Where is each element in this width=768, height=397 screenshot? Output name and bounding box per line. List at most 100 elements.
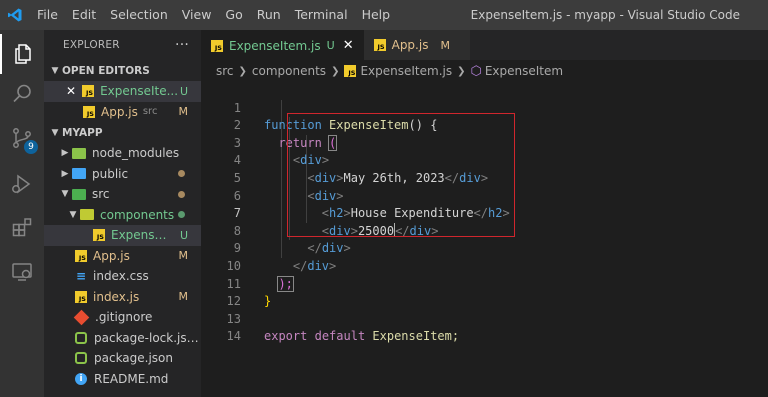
js-file-icon: JS [82,85,95,98]
tree-item-label: node_modules [92,146,180,161]
tree-item-node-modules[interactable]: ▶ node_modules [44,143,201,164]
menu-view[interactable]: View [175,0,219,30]
explorer-header: EXPLORER ··· [44,30,201,60]
menu-edit[interactable]: Edit [65,0,103,30]
breadcrumb: src ❯ components ❯ JS ExpenseItem.js ❯ ⬡… [201,60,768,82]
keyword: default [314,329,366,344]
tab-app-js[interactable]: JS App.js M [363,30,470,60]
git-status-untracked: U [179,84,188,98]
breadcrumb-components[interactable]: components [252,64,326,78]
extensions-icon[interactable] [0,207,44,247]
open-editors-section[interactable]: ▼ OPEN EDITORS [44,61,201,81]
tree-item-readme[interactable]: i README.md [44,369,201,390]
tree-item-index-css[interactable]: ≡ index.css [44,266,201,287]
menu-bar: File Edit Selection View Go Run Terminal… [30,0,397,30]
tree-item-label: src [92,187,110,202]
code-line: 11 } [201,258,768,309]
menu-terminal[interactable]: Terminal [288,0,355,30]
title-bar: File Edit Selection View Go Run Terminal… [0,0,768,30]
explorer-title: EXPLORER [63,39,120,51]
info-icon: i [75,372,87,385]
remote-explorer-icon[interactable] [0,252,44,292]
code-line: 1 function ExpenseItem() { [201,82,768,133]
folder-icon [72,168,86,180]
git-status-modified: M [178,249,189,263]
js-file-icon: JS [344,65,357,77]
tree-item-label: App.js [93,248,130,263]
tree-item-package-lock[interactable]: package-lock.json [44,328,201,349]
git-status-untracked: U [179,228,188,242]
symbol-method-icon: ⬡ [470,63,482,79]
git-status-dot [178,170,185,178]
breadcrumb-symbol[interactable]: ExpenseItem [485,64,563,78]
open-editor-item[interactable]: ✕ JS ExpenseIte... U [44,81,201,102]
vscode-logo-icon [0,0,30,30]
breadcrumb-src[interactable]: src [216,64,234,78]
tab-label: App.js [391,38,429,52]
open-editor-label: ExpenseIte... [100,84,179,99]
activity-bar: 9 [0,30,44,397]
js-file-icon: JS [75,249,87,262]
menu-help[interactable]: Help [355,0,398,30]
tree-item-label: components [100,207,175,222]
workspace-section[interactable]: ▼ MYAPP [44,123,201,143]
tree-item-label: public [92,166,129,181]
chevron-right-icon: ▶ [61,148,69,159]
tree-item-label: README.md [94,371,169,386]
source-control-badge: 9 [24,140,38,154]
open-editor-label: App.js [101,104,138,119]
keyword: export [264,329,308,344]
chevron-down-icon: ▼ [69,209,77,220]
tab-status: M [440,38,450,52]
search-icon[interactable] [0,74,44,114]
tree-item-label: package-lock.json [94,330,201,345]
chevron-down-icon: ▼ [51,66,59,76]
nodejs-file-icon [75,352,87,365]
chevron-right-icon: ▶ [61,168,69,179]
breadcrumb-file[interactable]: ExpenseItem.js [360,64,452,78]
tree-item-expenseitem[interactable]: JS ExpenseIt... U [44,225,201,246]
explorer-icon[interactable] [0,34,44,74]
tree-item-gitignore[interactable]: .gitignore [44,307,201,328]
window-title: ExpenseItem.js - myapp - Visual Studio C… [470,8,740,22]
open-editor-item[interactable]: JS App.js src M [44,102,201,123]
menu-file[interactable]: File [30,0,65,30]
tab-expenseitem[interactable]: JS ExpenseItem.js U ✕ [201,30,364,60]
tree-item-app-js[interactable]: JS App.js M [44,246,201,267]
tree-item-label: package.json [94,351,174,366]
menu-selection[interactable]: Selection [103,0,175,30]
menu-run[interactable]: Run [250,0,288,30]
git-status-dot [178,211,185,219]
menu-go[interactable]: Go [218,0,249,30]
chevron-down-icon: ▼ [51,128,59,138]
js-file-icon: JS [83,105,95,118]
js-file-icon: JS [373,39,386,51]
tab-status: U [326,39,335,52]
js-file-icon: JS [75,290,87,303]
js-file-icon: JS [93,229,105,242]
source-control-icon[interactable]: 9 [0,118,44,158]
css-file-icon: ≡ [75,269,87,284]
more-actions-icon[interactable]: ··· [175,37,189,53]
close-icon[interactable]: ✕ [343,38,354,53]
editor-tabs: JS ExpenseItem.js U ✕ JS App.js M [201,30,768,60]
tree-item-package-json[interactable]: package.json [44,348,201,369]
code-line: 14 [201,311,768,343]
open-editors-title: OPEN EDITORS [62,65,150,77]
tree-item-label: index.js [93,289,140,304]
tree-item-label: index.css [93,269,149,284]
highlight-annotation-box [287,113,515,237]
chevron-down-icon: ▼ [61,189,69,200]
git-file-icon [73,309,90,326]
git-status-modified: M [178,105,189,119]
tree-item-components[interactable]: ▼ components [44,205,201,226]
tree-item-src[interactable]: ▼ src [44,184,201,205]
tree-item-index-js[interactable]: JS index.js M [44,287,201,308]
code-line: 10 ); [201,240,768,292]
git-status-modified: M [178,290,189,304]
tree-item-public[interactable]: ▶ public [44,164,201,185]
code-text: ExpenseItem; [372,329,460,344]
folder-icon [72,147,86,159]
run-debug-icon[interactable] [0,164,44,204]
close-icon[interactable]: ✕ [66,84,76,98]
